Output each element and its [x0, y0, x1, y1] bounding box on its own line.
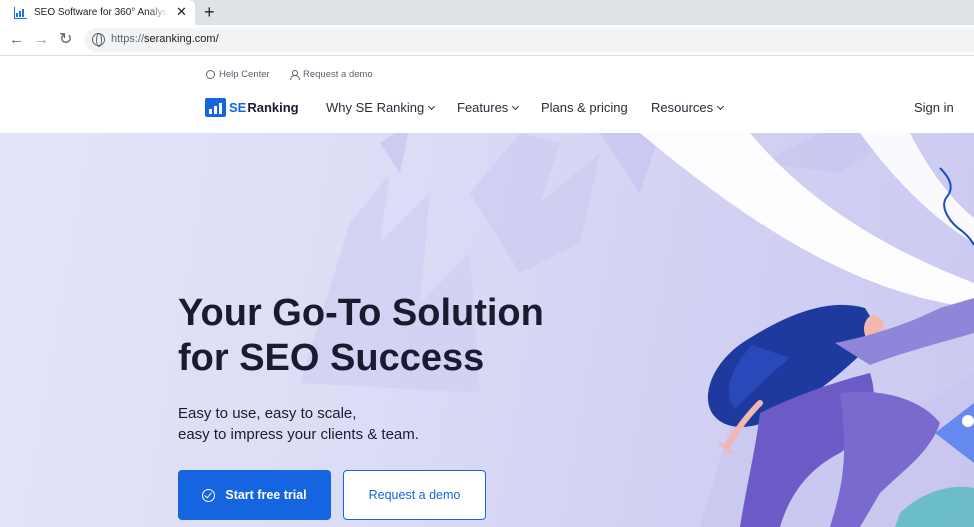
hero-title: Your Go-To Solution for SEO Success [178, 291, 618, 381]
chevron-down-icon [512, 102, 520, 110]
check-circle-icon [202, 488, 216, 502]
logo-se-text: SE [229, 100, 247, 115]
hero-section: Your Go-To Solution for SEO Success Easy… [0, 133, 974, 527]
hero-title-line1: Your Go-To Solution [178, 292, 544, 334]
logo-ranking-text: Ranking [247, 100, 299, 115]
logo-bars-icon [205, 98, 226, 117]
nav-label: Features [457, 100, 509, 115]
request-demo-label: Request a demo [303, 69, 373, 80]
back-arrow-icon[interactable]: ← [9, 31, 24, 49]
browser-tabstrip: SEO Software for 360° Analysis of Your W… [0, 0, 974, 25]
help-center-link[interactable]: Help Center [206, 69, 270, 80]
request-demo-link[interactable]: Request a demo [290, 69, 373, 80]
se-ranking-logo[interactable]: SE Ranking [205, 98, 299, 117]
nav-why-se-ranking[interactable]: Why SE Ranking [326, 100, 436, 115]
hero-subtitle: Easy to use, easy to scale, easy to impr… [178, 403, 518, 445]
browser-tab-active[interactable]: SEO Software for 360° Analysis of Your W… [0, 0, 195, 25]
nav-label: Plans & pricing [541, 100, 628, 115]
nav-plans-pricing[interactable]: Plans & pricing [541, 100, 628, 115]
nav-label: Why SE Ranking [326, 100, 425, 115]
new-tab-icon[interactable]: + [204, 2, 215, 22]
help-center-label: Help Center [219, 69, 270, 80]
globe-icon [92, 33, 105, 47]
forward-arrow-icon[interactable]: → [34, 31, 49, 49]
hero-subtitle-line2: easy to impress your clients & team. [178, 426, 419, 443]
address-bar[interactable]: https://seranking.com/ [84, 28, 974, 52]
site-header: Help Center Request a demo SE Ranking Wh… [0, 57, 974, 133]
chevron-down-icon [428, 102, 436, 110]
tab-close-icon[interactable]: ✕ [176, 5, 187, 19]
request-demo-button-label: Request a demo [368, 488, 461, 502]
hero-subtitle-line1: Easy to use, easy to scale, [178, 405, 357, 422]
help-circle-icon [206, 70, 215, 79]
tab-title: SEO Software for 360° Analysis of Your W… [34, 7, 168, 18]
sign-in-link[interactable]: Sign in [914, 100, 954, 115]
start-free-trial-button[interactable]: Start free trial [178, 470, 331, 520]
nav-label: Resources [651, 100, 714, 115]
chart-favicon-icon [14, 6, 27, 19]
url-text[interactable]: https://seranking.com/ [111, 33, 219, 45]
hero-title-line2: for SEO Success [178, 337, 485, 379]
nav-features[interactable]: Features [457, 100, 520, 115]
browser-toolbar: ← → ↻ https://seranking.com/ [0, 25, 974, 56]
user-icon [290, 70, 300, 80]
chevron-down-icon [717, 102, 725, 110]
nav-resources[interactable]: Resources [651, 100, 725, 115]
reload-icon[interactable]: ↻ [59, 31, 72, 49]
request-demo-button[interactable]: Request a demo [343, 470, 486, 520]
start-free-trial-label: Start free trial [225, 488, 307, 502]
